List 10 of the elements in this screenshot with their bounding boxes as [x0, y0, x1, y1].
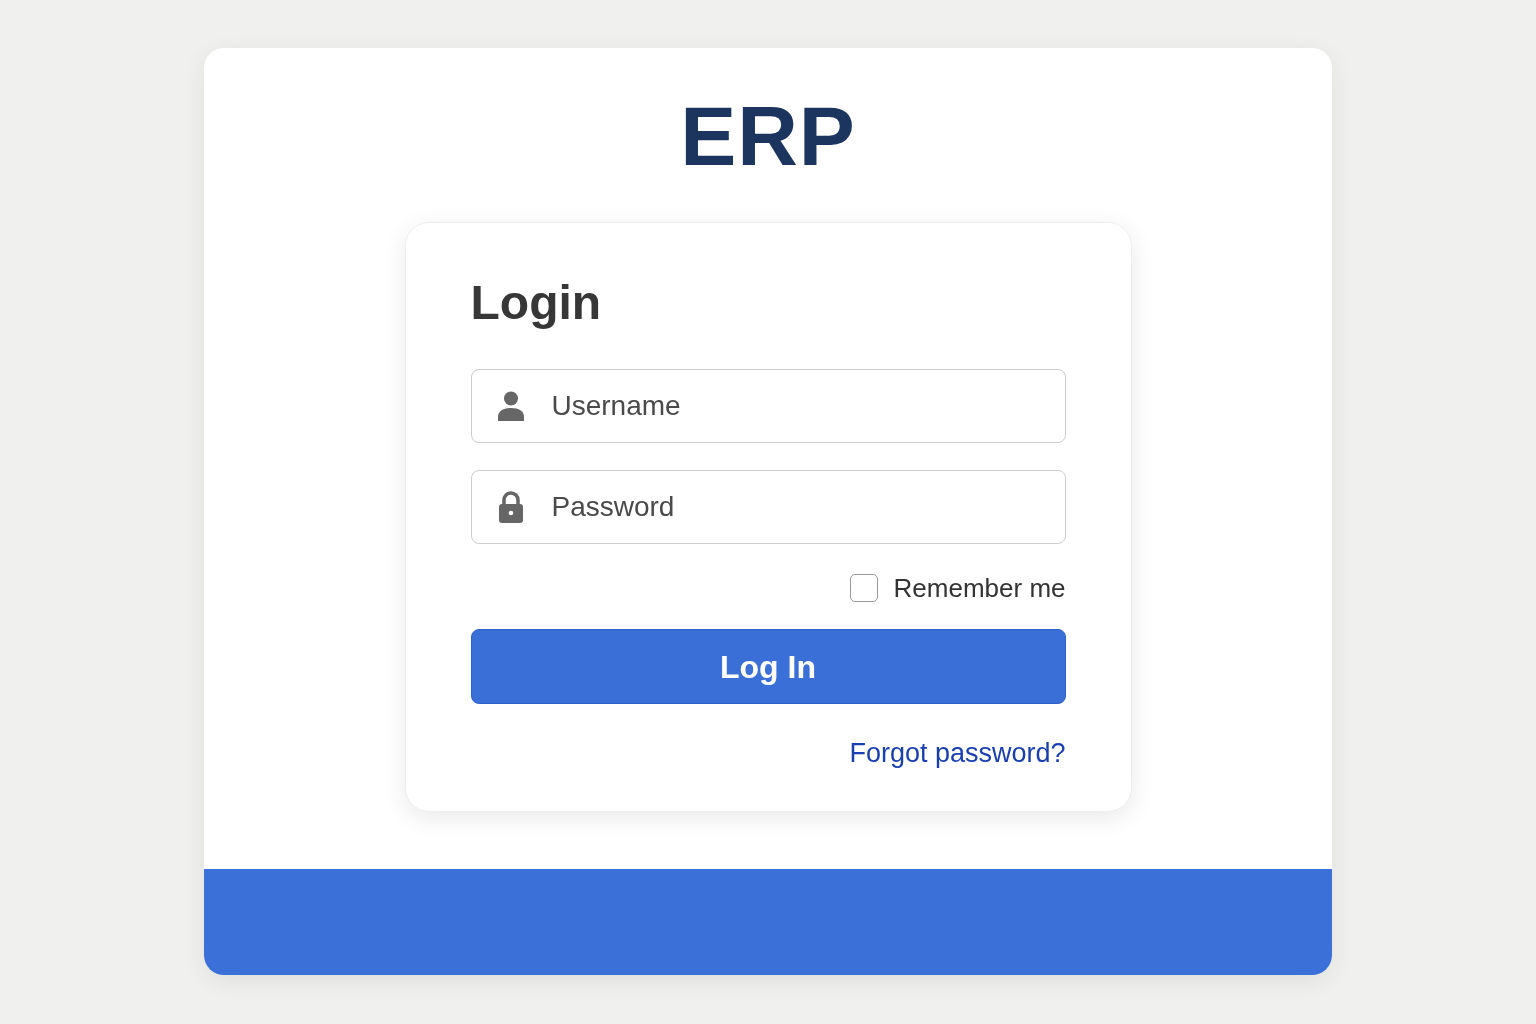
- user-icon: [497, 391, 524, 421]
- login-heading: Login: [470, 275, 603, 331]
- login-button[interactable]: Log In: [470, 629, 1066, 704]
- username-field[interactable]: Username: [470, 369, 1066, 443]
- password-field[interactable]: Password: [470, 470, 1066, 544]
- forgot-password-link[interactable]: Forgot password?: [849, 738, 1066, 768]
- remember-label: Remember me: [893, 571, 1066, 605]
- lock-icon: [497, 491, 524, 523]
- app-title: ERP: [679, 88, 857, 184]
- remember-checkbox[interactable]: [849, 574, 878, 602]
